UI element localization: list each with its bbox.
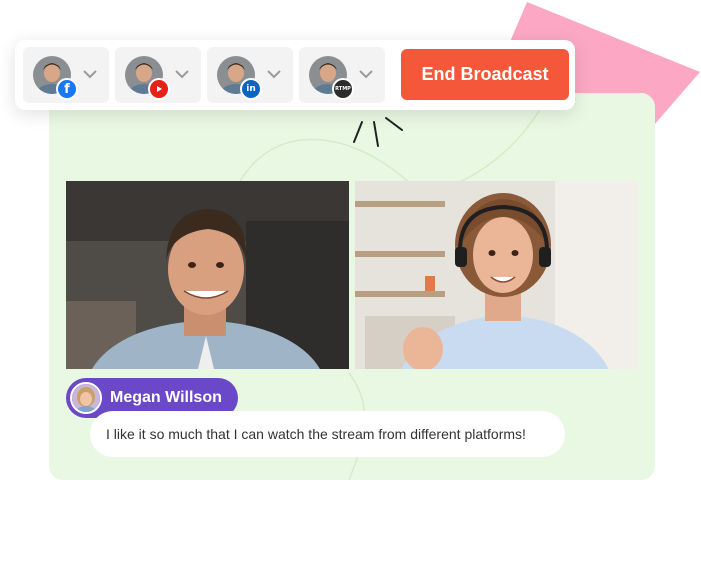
chat-author-name: Megan Willson (110, 389, 222, 406)
chevron-down-icon[interactable] (83, 69, 97, 79)
author-avatar (70, 382, 102, 414)
chevron-down-icon[interactable] (175, 69, 189, 79)
chat-message: I like it so much that I can watch the s… (90, 411, 565, 457)
rtmp-icon: RTMP (332, 78, 354, 100)
video-tile-host (66, 181, 349, 369)
chevron-down-icon[interactable] (359, 69, 373, 79)
facebook-icon: f (56, 78, 78, 100)
destination-linkedin[interactable]: in (207, 47, 293, 103)
video-tile-guest (355, 181, 638, 369)
end-broadcast-button[interactable]: End Broadcast (401, 49, 569, 100)
destination-rtmp[interactable]: RTMP (299, 47, 385, 103)
decor-spark-lines (353, 117, 403, 147)
chevron-down-icon[interactable] (267, 69, 281, 79)
linkedin-icon: in (240, 78, 262, 100)
youtube-icon (148, 78, 170, 100)
destination-youtube[interactable] (115, 47, 201, 103)
destination-facebook[interactable]: f (23, 47, 109, 103)
broadcast-toolbar: f in RTMP End Broadcast (15, 40, 575, 110)
